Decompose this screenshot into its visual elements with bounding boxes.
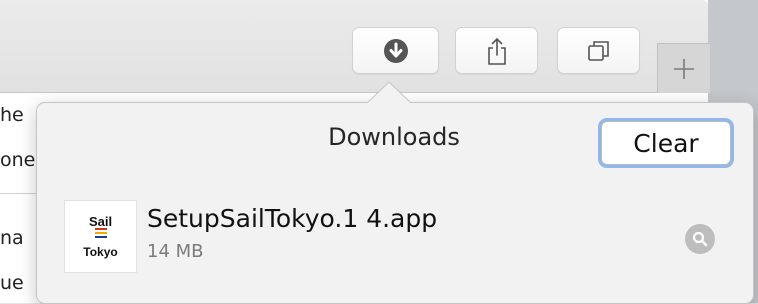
magnifier-icon (692, 231, 708, 247)
new-tab-button[interactable] (657, 43, 710, 93)
page-text-fragment: na (0, 229, 24, 248)
download-file-name[interactable]: SetupSailTokyo.1 4.app (147, 206, 437, 231)
download-file-size: 14 MB (147, 241, 204, 262)
download-arrow-icon (383, 38, 408, 63)
stripe-red (95, 228, 107, 230)
tab-overview-icon (587, 40, 609, 61)
plus-icon (674, 58, 694, 79)
share-icon (487, 37, 506, 65)
app-icon-stripes (95, 228, 107, 240)
page-text-fragment: he (0, 106, 24, 125)
app-icon-text-top: Sail (88, 213, 113, 229)
show-in-finder-button[interactable] (685, 224, 715, 254)
share-button[interactable] (455, 27, 538, 74)
popover-arrow (366, 81, 412, 105)
page-text-fragment: ue (0, 274, 24, 293)
downloads-button[interactable] (352, 27, 439, 74)
app-file-icon[interactable]: Sail Tokyo (65, 201, 136, 272)
stripe-blue (95, 236, 107, 238)
tab-overview-button[interactable] (557, 27, 640, 74)
toolbar (0, 0, 710, 93)
page-divider (0, 193, 40, 194)
page-text-fragment: one (0, 151, 36, 170)
stripe-yellow (95, 232, 107, 234)
clear-button[interactable]: Clear (601, 121, 731, 165)
app-icon-text-bottom: Tokyo (83, 244, 118, 259)
